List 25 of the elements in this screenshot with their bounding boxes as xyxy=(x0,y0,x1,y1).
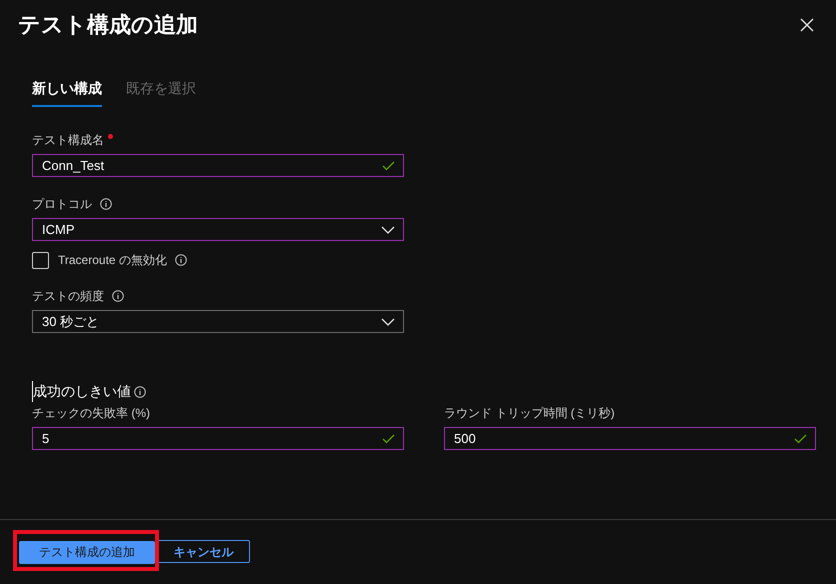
field-label: テスト構成名 xyxy=(32,132,104,149)
field-label: テストの頻度 xyxy=(32,288,104,305)
cancel-button[interactable]: キャンセル xyxy=(157,540,250,563)
field-label: プロトコル xyxy=(32,196,92,213)
chevron-down-icon xyxy=(381,226,395,234)
section-heading: 成功のしきい値 xyxy=(32,381,131,402)
info-icon[interactable] xyxy=(100,198,112,210)
input-field[interactable]: 5 xyxy=(32,427,404,450)
close-icon[interactable] xyxy=(800,18,814,32)
info-icon[interactable] xyxy=(134,386,146,398)
input-field[interactable]: Conn_Test xyxy=(32,154,404,177)
dropdown[interactable]: ICMP xyxy=(32,218,404,241)
dropdown[interactable]: 30 秒ごと xyxy=(32,310,404,333)
panel-title: テスト構成の追加 xyxy=(18,11,198,39)
input-field[interactable]: 500 xyxy=(444,427,816,450)
field-label: チェックの失敗率 (%) xyxy=(32,405,150,422)
info-icon[interactable] xyxy=(174,254,187,266)
checkbox[interactable] xyxy=(32,252,49,268)
tab[interactable]: 既存を選択 xyxy=(126,78,196,107)
field-label: ラウンド トリップ時間 (ミリ秒) xyxy=(444,405,615,422)
add-button[interactable]: テスト構成の追加 xyxy=(19,540,155,564)
tab[interactable]: 新しい構成 xyxy=(32,78,102,107)
checkbox-label: Traceroute の無効化 xyxy=(58,252,167,269)
info-icon[interactable] xyxy=(112,290,124,302)
chevron-down-icon xyxy=(381,318,395,326)
